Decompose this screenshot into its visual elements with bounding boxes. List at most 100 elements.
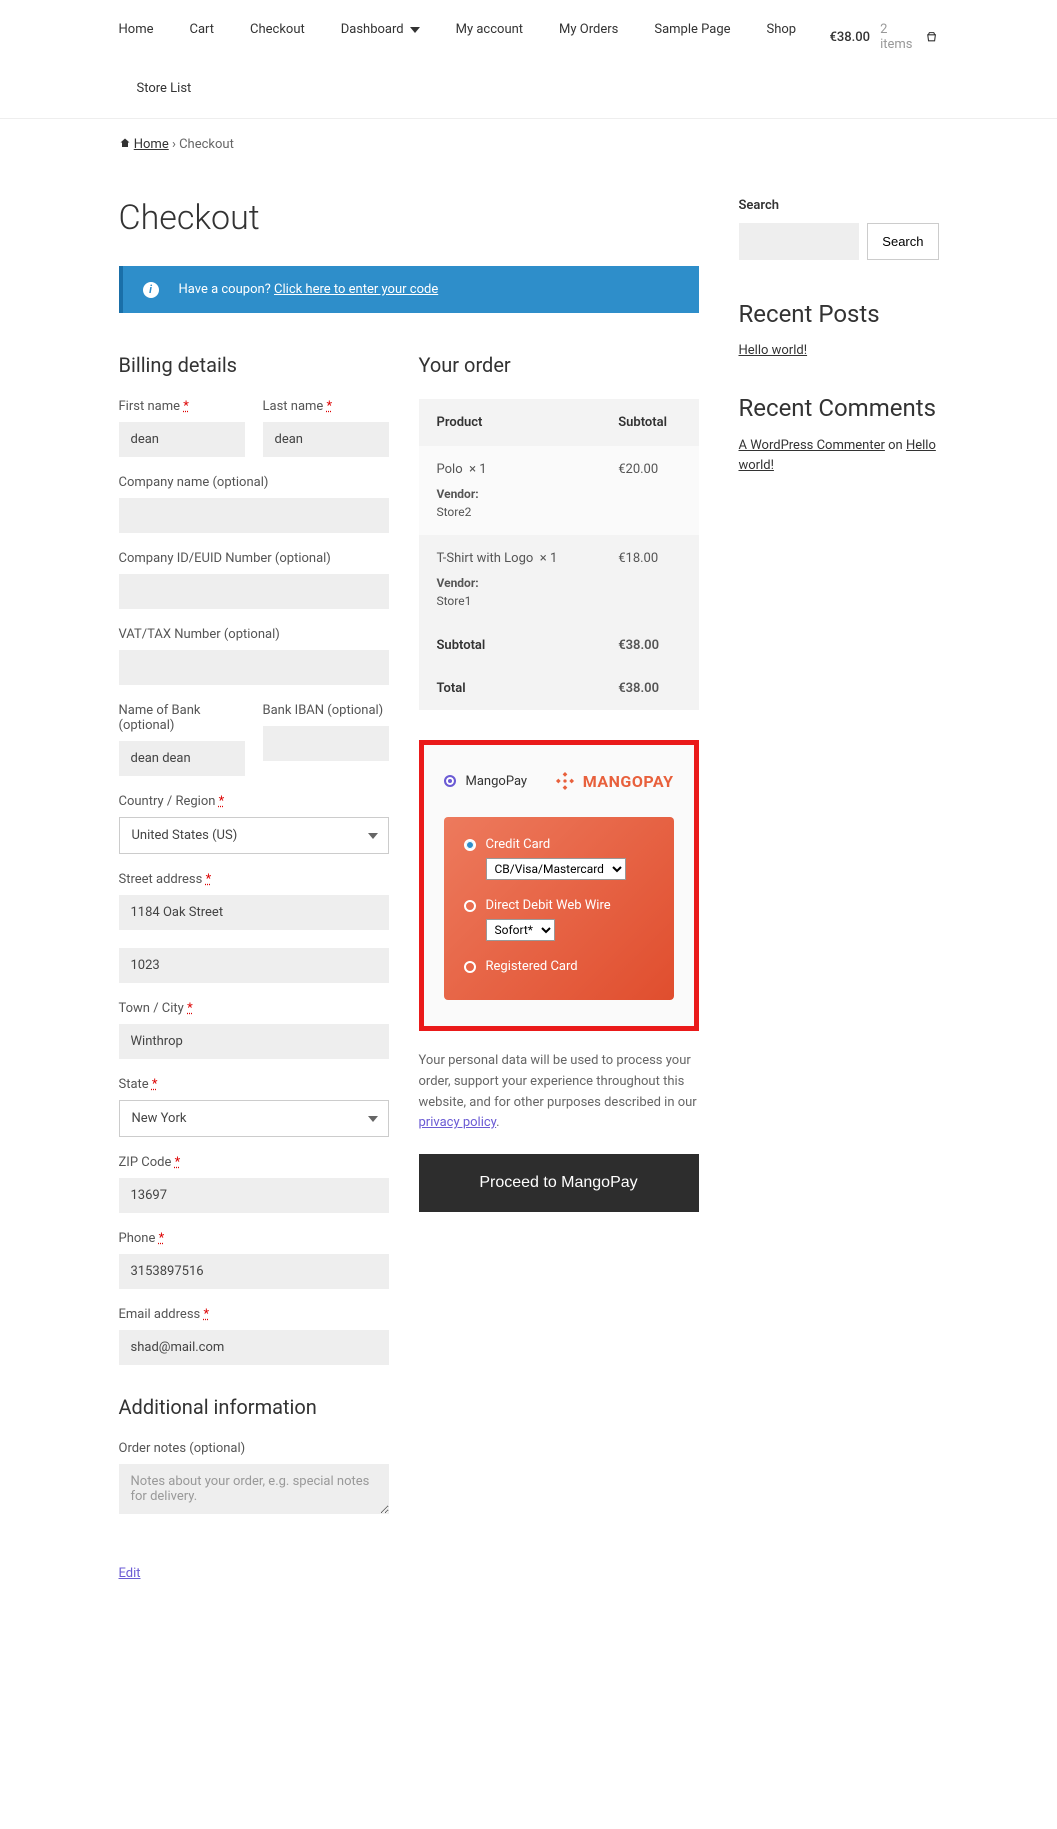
item-price: €20.00 [600, 446, 698, 535]
subtotal-value: €38.00 [600, 624, 698, 667]
vat-input[interactable] [119, 650, 389, 685]
home-icon [119, 137, 131, 149]
product-col-header: Product [419, 399, 601, 446]
nav-dashboard-label: Dashboard [341, 22, 404, 37]
bank-name-input[interactable] [119, 741, 245, 776]
direct-debit-option[interactable]: Direct Debit Web Wire [464, 898, 654, 913]
cart-summary[interactable]: €38.00 2 items [830, 0, 939, 74]
notes-textarea[interactable] [119, 1464, 389, 1514]
nav-sample-page[interactable]: Sample Page [636, 0, 748, 59]
chevron-down-icon [410, 25, 420, 35]
privacy-text: Your personal data will be used to proce… [419, 1051, 699, 1134]
order-table: Product Subtotal Polo × 1 Vendor:Store2 … [419, 399, 699, 710]
zip-input[interactable] [119, 1178, 389, 1213]
direct-debit-select[interactable]: Sofort* [486, 919, 555, 941]
first-name-input[interactable] [119, 422, 245, 457]
cart-total: €38.00 [830, 30, 871, 45]
cart-item-count: 2 items [880, 22, 915, 52]
state-label: State * [119, 1077, 389, 1092]
bank-iban-input[interactable] [263, 726, 389, 761]
credit-card-label: Credit Card [486, 837, 551, 852]
recent-post-link[interactable]: Hello world! [739, 343, 808, 358]
notes-label: Order notes (optional) [119, 1441, 389, 1456]
recent-comments-heading: Recent Comments [739, 394, 939, 422]
zip-label: ZIP Code * [119, 1155, 389, 1170]
city-label: Town / City * [119, 1001, 389, 1016]
total-label: Total [419, 667, 601, 710]
credit-card-select[interactable]: CB/Visa/Mastercard [486, 858, 626, 880]
breadcrumb-current: Checkout [179, 137, 234, 152]
main-nav: Home Cart Checkout Dashboard My account … [119, 0, 939, 118]
search-input[interactable] [739, 223, 860, 260]
mangopay-icon [555, 771, 575, 791]
vat-label: VAT/TAX Number (optional) [119, 627, 389, 642]
last-name-input[interactable] [263, 422, 389, 457]
street2-input[interactable] [119, 948, 389, 983]
city-input[interactable] [119, 1024, 389, 1059]
nav-checkout[interactable]: Checkout [232, 0, 323, 59]
subtotal-col-header: Subtotal [600, 399, 698, 446]
mangopay-logo: MANGOPAY [555, 771, 674, 791]
nav-store-list[interactable]: Store List [119, 59, 210, 118]
billing-heading: Billing details [119, 353, 389, 377]
payment-section: MangoPay MANGOPAY Credit C [419, 740, 699, 1031]
nav-cart[interactable]: Cart [171, 0, 232, 59]
bank-iban-label: Bank IBAN (optional) [263, 703, 389, 718]
order-row: T-Shirt with Logo × 1 Vendor: Store1 €18.… [419, 535, 699, 624]
nav-my-orders[interactable]: My Orders [541, 0, 636, 59]
page-title: Checkout [119, 198, 699, 238]
company-id-input[interactable] [119, 574, 389, 609]
street-label: Street address * [119, 872, 389, 887]
radio-on-icon [464, 839, 476, 851]
comment-on: on [885, 438, 906, 453]
coupon-prompt: Have a coupon? [179, 282, 275, 297]
company-id-label: Company ID/EUID Number (optional) [119, 551, 389, 566]
commenter-link[interactable]: A WordPress Commenter [739, 438, 885, 453]
email-label: Email address * [119, 1307, 389, 1322]
direct-debit-label: Direct Debit Web Wire [486, 898, 611, 913]
mangopay-logo-text: MANGOPAY [583, 772, 674, 791]
vendor-name: Store1 [437, 594, 472, 608]
item-qty: × 1 [540, 551, 557, 566]
nav-dashboard[interactable]: Dashboard [323, 0, 438, 59]
coupon-notice: i Have a coupon? Click here to enter you… [119, 266, 699, 313]
street1-input[interactable] [119, 895, 389, 930]
country-select[interactable]: United States (US) [119, 817, 389, 854]
nav-my-account[interactable]: My account [438, 0, 541, 59]
proceed-button[interactable]: Proceed to MangoPay [419, 1154, 699, 1212]
bank-name-label: Name of Bank (optional) [119, 703, 245, 733]
first-name-label: First name * [119, 399, 245, 414]
radio-off-icon [464, 900, 476, 912]
vendor-label: Vendor: [437, 487, 583, 501]
nav-home[interactable]: Home [119, 0, 172, 59]
search-heading: Search [739, 198, 939, 213]
payment-options-panel: Credit Card CB/Visa/Mastercard Direct De… [444, 817, 674, 1000]
registered-card-option[interactable]: Registered Card [464, 959, 654, 974]
item-name: T-Shirt with Logo [437, 551, 534, 566]
breadcrumb: Home › Checkout [119, 119, 939, 170]
privacy-link[interactable]: privacy policy [419, 1115, 497, 1130]
additional-heading: Additional information [119, 1395, 389, 1419]
phone-label: Phone * [119, 1231, 389, 1246]
phone-input[interactable] [119, 1254, 389, 1289]
recent-posts-heading: Recent Posts [739, 300, 939, 328]
search-button[interactable]: Search [867, 223, 938, 260]
payment-method-label: MangoPay [466, 774, 528, 789]
item-qty: × 1 [469, 462, 486, 477]
coupon-link[interactable]: Click here to enter your code [274, 282, 438, 297]
edit-link[interactable]: Edit [119, 1566, 141, 1581]
company-input[interactable] [119, 498, 389, 533]
item-name: Polo [437, 462, 463, 477]
registered-card-label: Registered Card [486, 959, 578, 974]
order-heading: Your order [419, 353, 699, 377]
payment-method-mangopay[interactable]: MangoPay [444, 774, 528, 789]
breadcrumb-home[interactable]: Home [134, 137, 169, 152]
item-price: €18.00 [600, 535, 698, 624]
nav-shop[interactable]: Shop [749, 0, 815, 59]
vendor-name: Store2 [437, 505, 472, 519]
email-input[interactable] [119, 1330, 389, 1365]
state-select[interactable]: New York [119, 1100, 389, 1137]
radio-off-icon [464, 961, 476, 973]
vendor-label: Vendor: [437, 576, 583, 590]
credit-card-option[interactable]: Credit Card [464, 837, 654, 852]
